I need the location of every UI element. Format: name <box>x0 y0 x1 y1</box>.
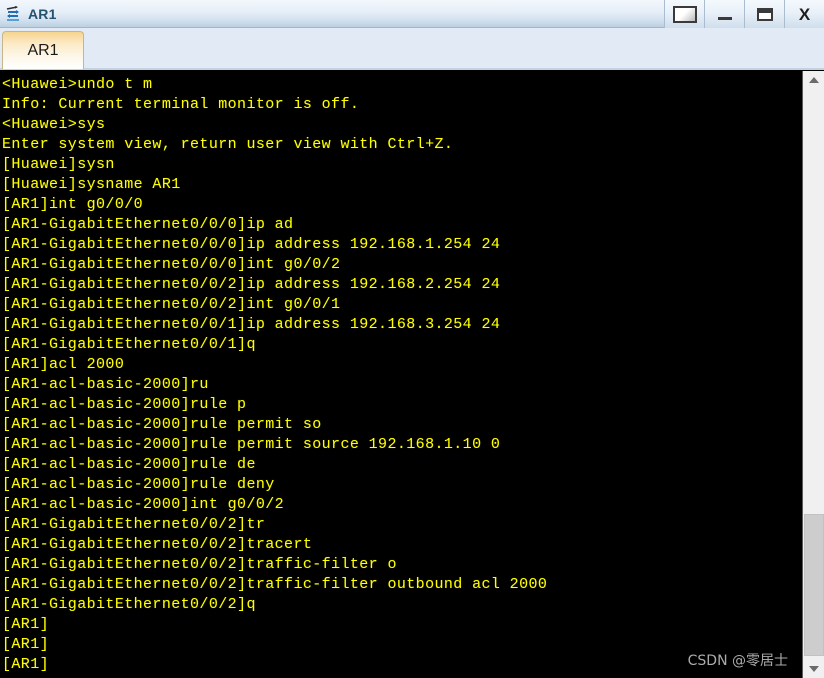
window-controls: X <box>664 0 824 28</box>
terminal-line: [AR1-GigabitEthernet0/0/2]int g0/0/1 <box>2 296 341 313</box>
minimize-icon <box>717 16 732 20</box>
terminal-line: [AR1-GigabitEthernet0/0/2]tr <box>2 516 266 533</box>
terminal-line: [AR1-acl-basic-2000]rule p <box>2 396 247 413</box>
terminal-line: [Huawei]sysname AR1 <box>2 176 181 193</box>
terminal-line: [AR1] <box>2 616 50 633</box>
terminal-line: [AR1]int g0/0/0 <box>2 196 144 213</box>
terminal-line: [AR1-GigabitEthernet0/0/2]tracert <box>2 536 313 553</box>
terminal-line: [AR1-acl-basic-2000]rule permit source 1… <box>2 436 501 453</box>
tab-ar1[interactable]: AR1 <box>2 31 84 69</box>
tab-label: AR1 <box>27 41 59 59</box>
title-bar: AR1 X <box>0 0 824 28</box>
terminal-output[interactable]: <Huawei>undo t m Info: Current terminal m… <box>0 71 802 678</box>
scroll-up-button[interactable] <box>803 71 824 89</box>
vertical-scrollbar[interactable] <box>802 71 824 678</box>
terminal-line: [AR1-acl-basic-2000]rule deny <box>2 476 275 493</box>
router-icon <box>4 4 24 24</box>
terminal-line: [AR1-acl-basic-2000]rule de <box>2 456 256 473</box>
terminal-line: [AR1-GigabitEthernet0/0/0]int g0/0/2 <box>2 256 341 273</box>
chevron-down-icon <box>809 666 819 672</box>
terminal-panel: <Huawei>undo t m Info: Current terminal m… <box>0 70 824 678</box>
terminal-line: [AR1] <box>2 636 50 653</box>
terminal-line: [AR1-GigabitEthernet0/0/1]q <box>2 336 256 353</box>
terminal-line: [AR1-acl-basic-2000]ru <box>2 376 209 393</box>
terminal-line: <Huawei>sys <box>2 116 106 133</box>
terminal-line: Enter system view, return user view with… <box>2 136 454 153</box>
terminal-line: [AR1]acl 2000 <box>2 356 125 373</box>
scroll-down-button[interactable] <box>803 660 824 678</box>
maximize-icon <box>756 7 773 21</box>
terminal-line: [AR1-acl-basic-2000]rule permit so <box>2 416 322 433</box>
terminal-line: [AR1] <box>2 656 50 673</box>
maximize-button[interactable] <box>744 0 784 28</box>
terminal-line: [AR1-GigabitEthernet0/0/2]traffic-filter… <box>2 556 397 573</box>
restore-icon <box>672 5 697 23</box>
chevron-up-icon <box>809 77 819 83</box>
terminal-line: [AR1-GigabitEthernet0/0/2]traffic-filter… <box>2 576 548 593</box>
scrollbar-thumb[interactable] <box>804 514 824 656</box>
ar1-console-window: AR1 X AR1 <Huawei>undo t m Info: Current … <box>0 0 824 678</box>
terminal-line: <Huawei>undo t m <box>2 76 153 93</box>
terminal-line: [AR1-GigabitEthernet0/0/2]ip address 192… <box>2 276 501 293</box>
terminal-line: [Huawei]sysn <box>2 156 115 173</box>
terminal-line: Info: Current terminal monitor is off. <box>2 96 360 113</box>
close-button[interactable]: X <box>784 0 824 28</box>
terminal-line: [AR1-GigabitEthernet0/0/0]ip ad <box>2 216 294 233</box>
terminal-line: [AR1-GigabitEthernet0/0/0]ip address 192… <box>2 236 501 253</box>
terminal-line: [AR1-GigabitEthernet0/0/2]q <box>2 596 256 613</box>
tab-strip: AR1 <box>0 28 824 70</box>
close-icon: X <box>798 4 811 24</box>
minimize-button[interactable] <box>704 0 744 28</box>
window-title: AR1 <box>28 5 57 22</box>
terminal-line: [AR1-GigabitEthernet0/0/1]ip address 192… <box>2 316 501 333</box>
restore-button[interactable] <box>664 0 704 28</box>
terminal-line: [AR1-acl-basic-2000]int g0/0/2 <box>2 496 285 513</box>
